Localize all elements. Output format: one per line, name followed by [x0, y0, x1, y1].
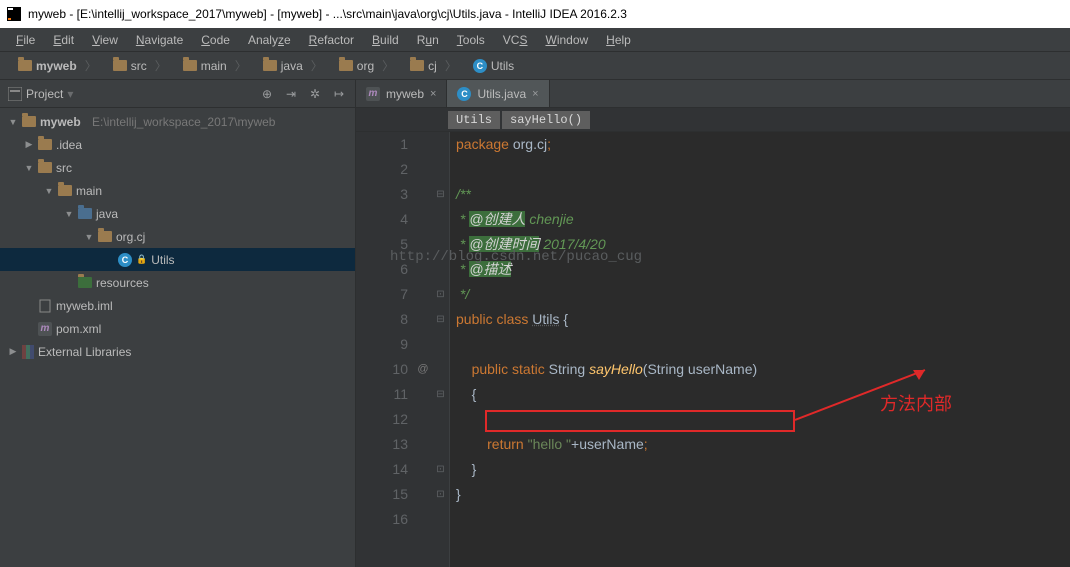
class-icon: C: [473, 59, 487, 73]
close-icon[interactable]: ×: [430, 88, 436, 100]
menu-code[interactable]: Code: [193, 31, 238, 49]
fold-gutter[interactable]: ⊟⊡⊟⊟⊡⊡: [432, 132, 450, 567]
line-number-gutter[interactable]: 12345678910111213141516: [356, 132, 414, 567]
project-icon: [8, 87, 22, 101]
crumb-class[interactable]: CUtils: [467, 57, 520, 75]
crumb-root[interactable]: myweb〉: [12, 55, 103, 76]
menu-vcs[interactable]: VCS: [495, 31, 536, 49]
menu-tools[interactable]: Tools: [449, 31, 493, 49]
resources-icon: [78, 277, 92, 288]
app-icon: [6, 6, 22, 22]
window-title-bar: myweb - [E:\intellij_workspace_2017\mywe…: [0, 0, 1070, 28]
code-editor[interactable]: 12345678910111213141516 @ ⊟⊡⊟⊟⊡⊡ package…: [356, 132, 1070, 567]
crumb-class-chip[interactable]: Utils: [448, 111, 500, 129]
code-content[interactable]: package org.cj; /** * @创建人 chenjie * @创建…: [450, 132, 1070, 567]
gear-icon[interactable]: ✲: [307, 86, 323, 102]
menu-edit[interactable]: Edit: [45, 31, 82, 49]
menu-view[interactable]: View: [84, 31, 126, 49]
annotation-label: 方法内部: [880, 392, 952, 417]
tree-root[interactable]: ▼myweb E:\intellij_workspace_2017\myweb: [0, 110, 355, 133]
crumb-method-chip[interactable]: sayHello(): [502, 111, 590, 129]
folder-icon: [38, 139, 52, 150]
tab-utils[interactable]: CUtils.java×: [447, 80, 549, 107]
tree-resources[interactable]: resources: [0, 271, 355, 294]
window-title: myweb - [E:\intellij_workspace_2017\mywe…: [28, 7, 627, 21]
menu-help[interactable]: Help: [598, 31, 639, 49]
menu-file[interactable]: File: [8, 31, 43, 49]
tree-java[interactable]: ▼java: [0, 202, 355, 225]
project-tree[interactable]: ▼myweb E:\intellij_workspace_2017\myweb …: [0, 108, 355, 567]
menu-run[interactable]: Run: [409, 31, 447, 49]
crumb-org[interactable]: org〉: [333, 55, 400, 76]
folder-icon: [410, 60, 424, 71]
crumb-src[interactable]: src〉: [107, 55, 173, 76]
menu-analyze[interactable]: Analyze: [240, 31, 299, 49]
class-icon: C: [457, 87, 471, 101]
tree-utils[interactable]: C🔒Utils: [0, 248, 355, 271]
gutter-icons: @: [414, 132, 432, 567]
editor-breadcrumb: Utils sayHello(): [356, 108, 1070, 132]
project-header: Project ▾ ⊕ ⇥ ✲ ↦: [0, 80, 355, 108]
folder-icon: [22, 116, 36, 127]
folder-icon: [18, 60, 32, 71]
menu-refactor[interactable]: Refactor: [301, 31, 362, 49]
file-icon: [38, 299, 52, 313]
tree-src[interactable]: ▼src: [0, 156, 355, 179]
folder-icon: [339, 60, 353, 71]
editor-tabs: mmyweb× CUtils.java×: [356, 80, 1070, 108]
package-icon: [98, 231, 112, 242]
navigation-breadcrumb: myweb〉 src〉 main〉 java〉 org〉 cj〉 CUtils: [0, 52, 1070, 80]
collapse-icon[interactable]: ⇥: [283, 86, 299, 102]
tree-idea[interactable]: ▶.idea: [0, 133, 355, 156]
editor-pane: mmyweb× CUtils.java× Utils sayHello() 12…: [356, 80, 1070, 567]
folder-icon: [263, 60, 277, 71]
folder-icon: [113, 60, 127, 71]
folder-icon: [78, 208, 92, 219]
crumb-cj[interactable]: cj〉: [404, 55, 463, 76]
tree-main[interactable]: ▼main: [0, 179, 355, 202]
folder-icon: [58, 185, 72, 196]
lock-icon: 🔒: [136, 254, 147, 265]
menu-build[interactable]: Build: [364, 31, 407, 49]
project-pane-title[interactable]: Project ▾: [8, 87, 253, 101]
close-icon[interactable]: ×: [532, 88, 538, 100]
tree-iml[interactable]: myweb.iml: [0, 294, 355, 317]
menu-navigate[interactable]: Navigate: [128, 31, 191, 49]
maven-icon: m: [38, 322, 52, 336]
menu-bar: File Edit View Navigate Code Analyze Ref…: [0, 28, 1070, 52]
maven-icon: m: [366, 87, 380, 101]
crumb-java[interactable]: java〉: [257, 55, 329, 76]
menu-window[interactable]: Window: [537, 31, 596, 49]
tree-pom[interactable]: mpom.xml: [0, 317, 355, 340]
tree-package[interactable]: ▼org.cj: [0, 225, 355, 248]
library-icon: [22, 345, 34, 359]
hide-icon[interactable]: ↦: [331, 86, 347, 102]
folder-icon: [183, 60, 197, 71]
class-icon: C: [118, 253, 132, 267]
crumb-main[interactable]: main〉: [177, 55, 253, 76]
tab-myweb[interactable]: mmyweb×: [356, 80, 447, 107]
folder-icon: [38, 162, 52, 173]
target-icon[interactable]: ⊕: [259, 86, 275, 102]
tree-external-libs[interactable]: ▶External Libraries: [0, 340, 355, 363]
project-tool-window: Project ▾ ⊕ ⇥ ✲ ↦ ▼myweb E:\intellij_wor…: [0, 80, 356, 567]
